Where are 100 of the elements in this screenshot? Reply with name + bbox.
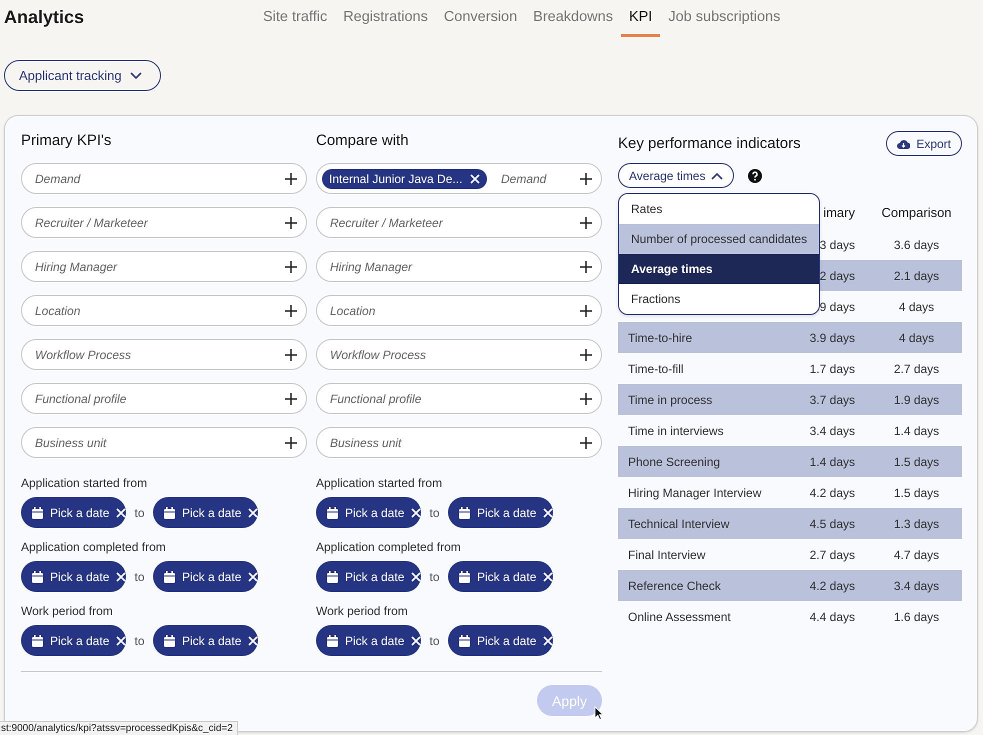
close-icon[interactable] (543, 636, 554, 646)
close-icon[interactable] (248, 636, 258, 646)
plus-icon[interactable] (285, 304, 297, 316)
date-picker[interactable]: Pick a date (316, 625, 421, 656)
comparison-value: 2.1 days (894, 268, 940, 282)
plus-icon[interactable] (580, 304, 592, 316)
filter-field[interactable]: Business unit (316, 427, 602, 458)
comparison-value: 2.7 days (894, 362, 940, 376)
plus-icon[interactable] (285, 172, 297, 184)
plus-icon[interactable] (285, 436, 297, 448)
filter-field[interactable]: Hiring Manager (316, 251, 602, 282)
close-icon[interactable] (248, 508, 258, 518)
calendar-icon (327, 634, 338, 646)
date-picker[interactable]: Pick a date (153, 497, 258, 528)
filter-field[interactable]: Location (21, 295, 307, 326)
remove-icon[interactable] (470, 174, 480, 184)
metric-dropdown[interactable]: Average times (618, 163, 734, 188)
calendar-icon (164, 634, 175, 646)
date-range-label: Work period from (316, 604, 409, 618)
date-picker[interactable]: Pick a date (316, 497, 421, 528)
close-icon[interactable] (116, 636, 126, 646)
calendar-icon (32, 634, 43, 646)
filter-field[interactable]: Recruiter / Marketeer (21, 207, 307, 238)
plus-icon[interactable] (580, 392, 592, 404)
close-icon[interactable] (116, 572, 126, 582)
comparison-value: 4 days (898, 330, 934, 344)
panel-title: Key performance indicators (618, 135, 801, 152)
range-separator: to (133, 570, 146, 584)
filter-field[interactable]: Recruiter / Marketeer (316, 207, 602, 238)
filter-field[interactable]: Demand (21, 163, 307, 194)
plus-icon[interactable] (580, 216, 592, 228)
close-icon[interactable] (411, 636, 422, 646)
plus-icon[interactable] (285, 348, 297, 360)
date-range-label: Work period from (21, 604, 114, 618)
date-picker[interactable]: Pick a date (153, 625, 258, 656)
comparison-value: 1.3 days (894, 516, 940, 530)
date-picker[interactable]: Pick a date (448, 497, 553, 528)
filter-field[interactable]: Functional profile (21, 383, 307, 414)
date-range-label: Application completed from (21, 540, 167, 554)
date-range-label: Application completed from (316, 540, 462, 554)
close-icon[interactable] (543, 572, 554, 582)
date-picker[interactable]: Pick a date (153, 561, 258, 592)
section-title: Primary KPI's (21, 132, 112, 151)
filter-field[interactable]: Business unit (21, 427, 307, 458)
plus-icon[interactable] (285, 392, 297, 404)
close-icon[interactable] (248, 572, 258, 582)
filter-field[interactable]: Hiring Manager (21, 251, 307, 282)
date-picker[interactable]: Pick a date (21, 625, 126, 656)
kpi-name: Online Assessment (628, 610, 731, 624)
nav-tab[interactable]: Registrations (335, 9, 436, 37)
comparison-value: 3.6 days (894, 238, 940, 252)
date-picker[interactable]: Pick a date (448, 625, 553, 656)
date-picker[interactable]: Pick a date (316, 561, 421, 592)
primary-value: 4.5 days (810, 516, 855, 530)
export-button[interactable]: Export (886, 131, 962, 156)
close-icon[interactable] (543, 508, 554, 518)
nav-tab[interactable]: KPI (620, 9, 660, 37)
close-icon[interactable] (116, 508, 126, 518)
plus-icon[interactable] (285, 216, 297, 228)
help-icon[interactable] (748, 168, 762, 182)
kpi-name: Time-to-fill (628, 362, 684, 376)
date-picker[interactable]: Pick a date (21, 561, 126, 592)
kpi-name: Hiring Manager Interview (628, 486, 762, 500)
menu-option[interactable]: Number of processed candidates (619, 224, 819, 254)
calendar-icon (32, 570, 43, 582)
date-picker[interactable]: Pick a date (448, 561, 553, 592)
date-picker[interactable]: Pick a date (21, 497, 126, 528)
filter-field[interactable]: Workflow Process (21, 339, 307, 370)
comparison-value: 1.5 days (894, 486, 940, 500)
kpi-name: Technical Interview (628, 516, 730, 530)
plus-icon[interactable] (580, 348, 592, 360)
nav-tab[interactable]: Job subscriptions (660, 9, 788, 37)
nav-tab[interactable]: Conversion (436, 9, 526, 37)
menu-option[interactable]: Average times (619, 254, 819, 284)
menu-option[interactable]: Fractions (619, 284, 819, 314)
filter-field[interactable]: Location (316, 295, 602, 326)
kpi-name: Time in interviews (628, 424, 724, 438)
comparison-value: 1.9 days (894, 392, 940, 406)
kpi-name: Phone Screening (628, 454, 720, 468)
nav-tab[interactable]: Site traffic (255, 9, 336, 37)
primary-value: 2 days (820, 268, 855, 282)
primary-value: 3.7 days (810, 392, 855, 406)
filter-field[interactable]: Functional profile (316, 383, 602, 414)
plus-icon[interactable] (580, 260, 592, 272)
plus-icon[interactable] (580, 436, 592, 448)
view-dropdown[interactable]: Applicant tracking (4, 60, 161, 91)
plus-icon[interactable] (285, 260, 297, 272)
close-icon[interactable] (411, 572, 422, 582)
filter-field[interactable]: Workflow Process (316, 339, 602, 370)
close-icon[interactable] (411, 508, 422, 518)
primary-value: 4.4 days (810, 610, 855, 624)
calendar-icon (327, 570, 338, 582)
range-separator: to (133, 634, 146, 648)
menu-option[interactable]: Rates (619, 194, 819, 224)
filter-chip[interactable]: Internal Junior Java De... (322, 168, 488, 188)
primary-value: 4.2 days (810, 486, 855, 500)
nav-tab[interactable]: Breakdowns (525, 9, 621, 37)
column-header: Comparison (855, 196, 962, 229)
primary-value: 4.2 days (810, 578, 855, 592)
plus-icon[interactable] (580, 172, 592, 184)
